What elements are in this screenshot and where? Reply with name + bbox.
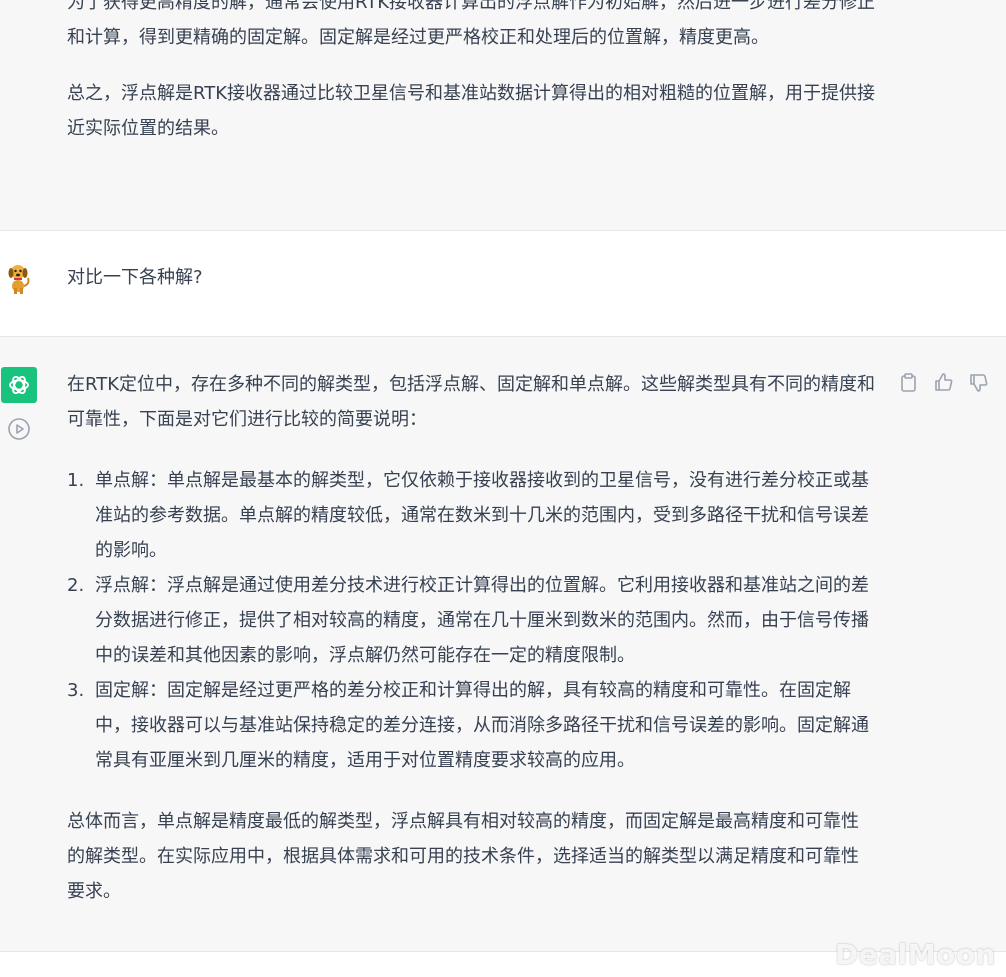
list-item: 2. 浮点解：浮点解是通过使用差分技术进行校正计算得出的位置解。它利用接收器和基…: [67, 568, 875, 673]
message-actions: [898, 372, 989, 393]
dog-avatar-icon: [4, 262, 32, 294]
play-circle-icon[interactable]: [7, 417, 31, 441]
assistant-message-text: 在RTK定位中，存在多种不同的解类型，包括浮点解、固定解和单点解。这些解类型具有…: [67, 367, 875, 909]
chat-page: 为了获得更高精度的解，通常会使用RTK接收器计算出的浮点解作为初始解，然后进一步…: [0, 0, 1006, 977]
list-number: 2.: [67, 575, 85, 596]
clipboard-icon[interactable]: [898, 372, 919, 393]
list-item: 3. 固定解：固定解是经过更严格的差分校正和计算得出的解，具有较高的精度和可靠性…: [67, 673, 875, 778]
list-number: 1.: [67, 470, 85, 491]
list-item: 1. 单点解：单点解是最基本的解类型，它仅依赖于接收器接收到的卫星信号，没有进行…: [67, 463, 875, 568]
assistant-message-previous-text: 为了获得更高精度的解，通常会使用RTK接收器计算出的浮点解作为初始解，然后进一步…: [67, 0, 875, 146]
intro-paragraph: 在RTK定位中，存在多种不同的解类型，包括浮点解、固定解和单点解。这些解类型具有…: [67, 374, 875, 430]
assistant-message-previous: 为了获得更高精度的解，通常会使用RTK接收器计算出的浮点解作为初始解，然后进一步…: [0, 0, 1006, 231]
list-number: 3.: [67, 680, 85, 701]
user-message-text: 对比一下各种解?: [67, 267, 203, 288]
list-item-text: 浮点解：浮点解是通过使用差分技术进行校正计算得出的位置解。它利用接收器和基准站之…: [95, 575, 869, 666]
paragraph: 为了获得更高精度的解，通常会使用RTK接收器计算出的浮点解作为初始解，然后进一步…: [67, 0, 875, 48]
list-item-text: 固定解：固定解是经过更严格的差分校正和计算得出的解，具有较高的精度和可靠性。在固…: [95, 680, 869, 771]
summary-paragraph: 总体而言，单点解是精度最低的解类型，浮点解具有相对较高的精度，而固定解是最高精度…: [67, 811, 859, 902]
watermark: DealMoon: [835, 938, 996, 971]
list-item-text: 单点解：单点解是最基本的解类型，它仅依赖于接收器接收到的卫星信号，没有进行差分校…: [95, 470, 869, 561]
thumbs-up-icon[interactable]: [933, 372, 954, 393]
openai-logo-icon: [1, 367, 37, 403]
comparison-list: 1. 单点解：单点解是最基本的解类型，它仅依赖于接收器接收到的卫星信号，没有进行…: [67, 463, 875, 778]
thumbs-down-icon[interactable]: [968, 372, 989, 393]
paragraph: 总之，浮点解是RTK接收器通过比较卫星信号和基准站数据计算得出的相对粗糙的位置解…: [67, 83, 875, 139]
